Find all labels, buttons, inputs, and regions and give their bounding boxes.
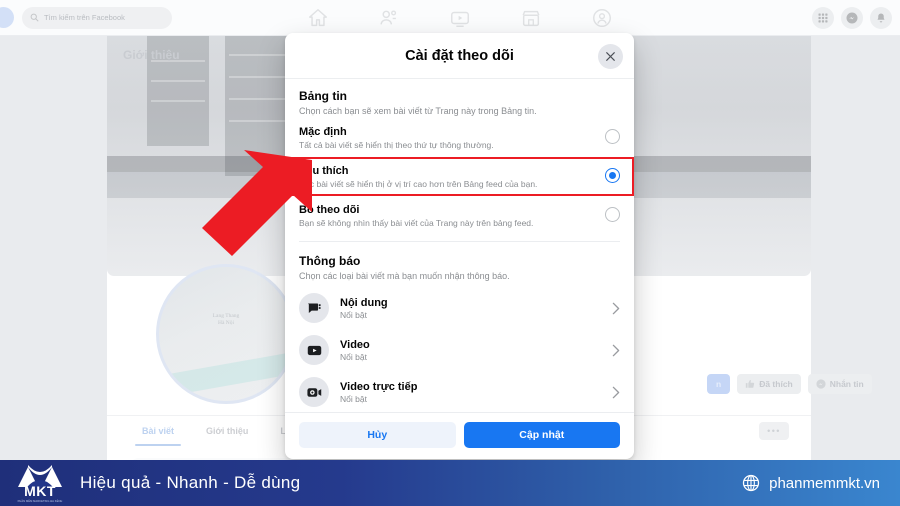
close-button[interactable] <box>598 44 623 69</box>
radio-favorite[interactable] <box>605 168 620 183</box>
live-video-icon <box>306 387 321 397</box>
live-video-icon-wrap <box>299 377 329 407</box>
video-icon-wrap <box>299 335 329 365</box>
option-unfollow[interactable]: Bỏ theo dõi Bạn sẽ không nhìn thấy bài v… <box>285 196 634 235</box>
search-placeholder: Tìm kiếm trên Facebook <box>44 13 125 22</box>
notifications-bell-icon <box>877 13 885 23</box>
screenshot-root: Lang Thang Hà Nội Lan 1,9 triệu n Đã thí… <box>0 0 900 506</box>
tab-about[interactable]: Giới thiệu <box>197 416 257 446</box>
notification-section-title: Thông báo <box>299 254 361 268</box>
notification-row-label: Video <box>340 338 370 351</box>
footer-slogan: Hiệu quả - Nhanh - Dễ dùng <box>80 473 301 492</box>
follow-settings-dialog: Cài đặt theo dõi Bảng tin Chọn cách bạn … <box>285 33 634 459</box>
header-nav <box>282 0 638 36</box>
messenger-button[interactable] <box>841 7 863 29</box>
notification-row-value: Nổi bật <box>340 309 367 320</box>
header-right-actions <box>812 0 892 36</box>
tab-posts[interactable]: Bài viết <box>133 416 183 446</box>
feed-section-description: Chọn cách bạn sẽ xem bài viết từ Trang n… <box>299 106 537 116</box>
more-options-button[interactable]: ••• <box>759 422 789 440</box>
messenger-icon <box>816 379 826 389</box>
cancel-button[interactable]: Hủy <box>299 422 456 448</box>
dialog-body: Bảng tin Chọn cách bạn sẽ xem bài viết t… <box>285 79 634 412</box>
option-description: Bạn sẽ không nhìn thấy bài viết của Tran… <box>299 218 534 228</box>
notification-section-description: Chọn các loại bài viết mà bạn muốn nhận … <box>299 271 510 281</box>
content-post-icon <box>307 303 321 313</box>
dialog-header: Cài đặt theo dõi <box>285 33 634 79</box>
notification-row-value: Nổi bật <box>340 393 367 404</box>
feed-section-header: Bảng tin Chọn cách bạn sẽ xem bài viết t… <box>285 79 634 118</box>
notification-row-value: Nổi bật <box>340 351 367 362</box>
liked-button-label: Đã thích <box>759 379 793 389</box>
globe-icon <box>742 474 760 492</box>
footer-website-label: phanmemmkt.vn <box>769 474 880 492</box>
message-button[interactable]: Nhắn tin <box>807 374 872 394</box>
brand-footer: MKT PHẦN MỀM MARKETING ĐA KÊNH Hiệu quả … <box>0 460 900 506</box>
groups-icon[interactable] <box>591 7 613 29</box>
notification-row-video[interactable]: Video Nổi bật <box>285 329 634 371</box>
home-icon[interactable] <box>307 7 329 29</box>
messenger-icon <box>846 12 858 24</box>
avatar-caption: Lang Thang Hà Nội <box>212 313 240 327</box>
option-description: Tất cả bài viết sẽ hiển thị theo thứ tự … <box>299 140 494 150</box>
radio-default[interactable] <box>605 129 620 144</box>
option-label: Mặc định <box>299 126 347 138</box>
notifications-button[interactable] <box>870 7 892 29</box>
notification-row-label: Nội dung <box>340 296 388 309</box>
update-button[interactable]: Cập nhật <box>463 422 620 448</box>
watch-icon[interactable] <box>449 7 471 29</box>
option-default[interactable]: Mặc định Tất cả bài viết sẽ hiển thị the… <box>285 118 634 157</box>
mkt-logo-tagline: PHẦN MỀM MARKETING ĐA KÊNH <box>17 500 63 503</box>
mkt-logo: MKT PHẦN MỀM MARKETING ĐA KÊNH <box>14 463 66 503</box>
content-post-icon-wrap <box>299 293 329 323</box>
option-label: Bỏ theo dõi <box>299 204 360 216</box>
search-icon <box>30 13 39 22</box>
option-favorite[interactable]: Yêu thích Các bài viết sẽ hiển thị ở vị … <box>285 157 634 196</box>
annotation-arrow-icon <box>202 150 312 256</box>
friends-icon[interactable] <box>378 7 400 29</box>
liked-button[interactable]: Đã thích <box>737 374 801 394</box>
marketplace-icon[interactable] <box>520 7 542 29</box>
video-icon <box>307 345 321 355</box>
notification-row-label: Video trực tiếp <box>340 380 418 393</box>
option-description: Các bài viết sẽ hiển thị ở vị trí cao hơ… <box>299 179 538 189</box>
footer-website[interactable]: phanmemmkt.vn <box>742 474 880 492</box>
page-action-buttons: n Đã thích Nhắn tin <box>707 374 872 394</box>
search-input[interactable]: Tìm kiếm trên Facebook <box>22 6 172 29</box>
menu-grid-icon <box>818 13 828 23</box>
feed-section-title: Bảng tin <box>299 89 347 103</box>
primary-action-button[interactable]: n <box>707 374 731 394</box>
facebook-logo-icon[interactable] <box>0 7 14 28</box>
notification-section-header: Thông báo Chọn các loại bài viết mà bạn … <box>285 242 634 283</box>
chevron-right-icon <box>612 344 620 356</box>
chevron-right-icon <box>612 386 620 398</box>
intro-card-title: Giới thiệu <box>123 48 180 62</box>
dialog-footer: Hủy Cập nhật <box>285 412 634 459</box>
message-button-label: Nhắn tin <box>829 379 864 389</box>
dialog-title: Cài đặt theo dõi <box>405 47 514 64</box>
chevron-right-icon <box>612 302 620 314</box>
mkt-logo-word: MKT <box>24 483 56 499</box>
option-label: Yêu thích <box>299 165 349 177</box>
radio-unfollow[interactable] <box>605 207 620 222</box>
close-icon <box>606 52 615 61</box>
menu-grid-button[interactable] <box>812 7 834 29</box>
page-avatar[interactable]: Lang Thang Hà Nội <box>156 264 296 404</box>
thumbs-up-icon <box>746 379 755 388</box>
notification-row-live-video[interactable]: Video trực tiếp Nổi bật <box>285 371 634 412</box>
facebook-header: Tìm kiếm trên Facebook <box>0 0 900 36</box>
notification-row-content[interactable]: Nội dung Nổi bật <box>285 287 634 329</box>
